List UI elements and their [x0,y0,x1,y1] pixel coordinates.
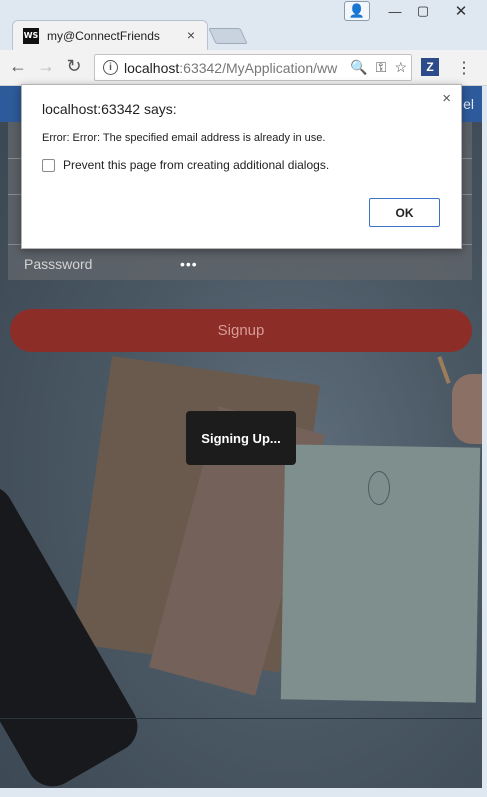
zoom-icon[interactable]: 🔍 [350,59,367,76]
tab-close-icon[interactable]: × [187,27,195,43]
user-profile-icon[interactable]: 👤 [344,1,370,21]
dialog-close-icon[interactable]: × [442,90,451,107]
window-titlebar: 👤 — ▢ ✕ WS my@ConnectFriends × [0,0,487,54]
signing-up-toast: Signing Up... [186,411,296,465]
info-icon[interactable]: i [103,60,118,75]
prevent-dialogs-label[interactable]: Prevent this page from creating addition… [63,158,329,172]
dialog-message: Error: Error: The specified email addres… [42,132,326,144]
webstorm-favicon-icon: WS [23,27,39,44]
tab-title: my@ConnectFriends [47,28,160,43]
signup-button[interactable]: Signup [10,309,472,352]
reload-icon[interactable]: ↻ [62,56,86,77]
alert-dialog: × localhost:63342 says: Error: Error: Th… [21,84,462,249]
password-field[interactable]: ••• [180,256,198,272]
ok-button[interactable]: OK [369,198,440,227]
prevent-dialogs-checkbox[interactable] [42,158,55,172]
menu-icon[interactable]: ⋮ [456,58,472,78]
browser-tab[interactable]: WS my@ConnectFriends × [12,20,208,50]
bookmark-star-icon[interactable]: ☆ [394,59,407,76]
window-border-right [482,86,487,797]
header-label-fragment[interactable]: el [463,96,474,112]
window-controls: 👤 — ▢ ✕ [344,1,484,21]
background-seal [368,471,390,505]
background-desk-edge [0,718,482,719]
password-label: Passsword [24,256,93,272]
forward-icon[interactable]: → [34,56,58,77]
maximize-button[interactable]: ▢ [410,1,436,21]
back-icon[interactable]: ← [6,56,30,77]
new-tab-button[interactable] [208,28,248,44]
url-host: localhost [124,59,180,76]
url-path: :63342/MyApplication/ww [179,59,338,76]
extension-z-icon[interactable]: Z [421,58,439,76]
prevent-dialogs-option[interactable]: Prevent this page from creating addition… [42,158,329,172]
browser-toolbar: ← → ↻ i localhost:63342/MyApplication/ww… [0,50,487,86]
key-icon[interactable]: ⚿ [376,59,387,76]
close-window-button[interactable]: ✕ [438,1,484,21]
window-border-bottom [0,788,487,797]
background-pen [437,356,451,384]
address-bar[interactable]: i localhost:63342/MyApplication/ww 🔍 ⚿ ☆ [94,54,412,81]
minimize-button[interactable]: — [382,1,408,21]
background-hand [452,374,482,444]
dialog-title: localhost:63342 says: [42,101,177,117]
